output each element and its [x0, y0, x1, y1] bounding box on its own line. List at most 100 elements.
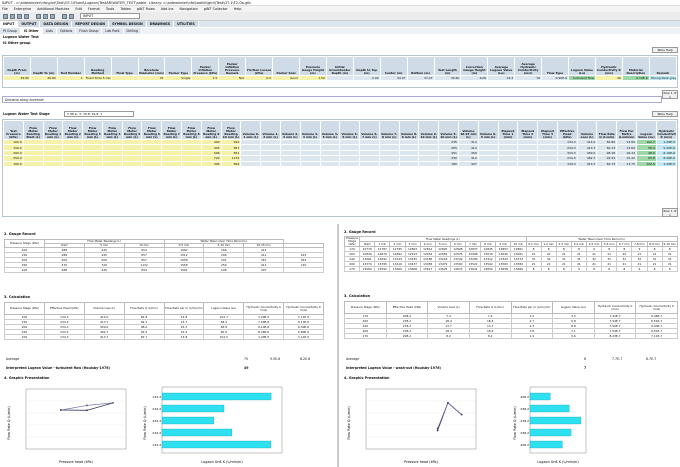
menu-item-3[interactable]: Edit [75, 7, 82, 11]
t1-header[interactable]: Average Hydraulic Conductivity (m/s) [514, 56, 543, 76]
t2-header[interactable]: Effective Head (kPa) [556, 120, 578, 140]
save-icon[interactable] [17, 14, 22, 19]
t2-empty-cell[interactable] [141, 214, 163, 216]
t2-header[interactable]: Volume Loss (L) [576, 120, 598, 140]
t2-header[interactable]: Volume 5-6 min (L) [339, 120, 361, 140]
t1-cell[interactable]: 49.80 [29, 74, 58, 82]
t1-header[interactable]: Packer Type [164, 56, 193, 76]
t2-empty-cell[interactable] [240, 214, 262, 216]
view-select[interactable]: INPUT [80, 13, 140, 19]
undo-icon[interactable] [62, 14, 67, 19]
t1-cell[interactable]: Strong Dark grey GRANITE slightly [648, 74, 677, 82]
open-icon[interactable] [10, 14, 15, 19]
t2-header[interactable]: Elapsed Time 1 (min) [497, 120, 519, 140]
t2-empty-cell[interactable] [200, 214, 222, 216]
copy-icon[interactable] [43, 14, 48, 19]
t2-empty-cell[interactable] [497, 214, 519, 216]
t1-header[interactable]: Initial Groundwater Depth (m) [325, 56, 354, 76]
t2-empty-cell[interactable] [22, 214, 44, 216]
t1-cell[interactable]: 1 [56, 74, 85, 82]
t1-cell[interactable]: 34.3 [487, 74, 516, 82]
sub-tab-0[interactable]: Pt Group [0, 28, 21, 34]
t2-header[interactable]: Volume 5-10 min (L) [438, 120, 459, 140]
t1-header[interactable]: Material Description [621, 56, 650, 76]
t1-cell[interactable]: 49 [594, 74, 623, 82]
t1-header[interactable]: Depth To (m) [29, 56, 58, 76]
t1-header[interactable]: Test Length (m) [433, 56, 462, 76]
table2-row-button[interactable]: Row 1 of 1 [662, 208, 678, 217]
t2-empty-cell[interactable] [596, 214, 618, 216]
t1-cell[interactable]: N/A [218, 74, 247, 82]
t2-header[interactable]: Volume 2-3 min (L) [279, 120, 301, 140]
t2-empty-cell[interactable] [260, 214, 281, 216]
t2-empty-cell[interactable] [319, 214, 341, 216]
table1-help-button[interactable]: Table Help [652, 47, 678, 53]
t1-cell[interactable]: 1.5 [191, 74, 220, 82]
t2-empty-cell[interactable] [299, 214, 321, 216]
t1-cell[interactable]: Single [164, 74, 193, 82]
t2-header[interactable]: Flow Per Metre (L/min/m) [616, 120, 637, 140]
t2-header[interactable]: Elapsed Time 2 (min) [517, 120, 539, 140]
t1-header[interactable]: Pressure Gauge Height (m) [298, 56, 327, 76]
t1-cell[interactable]: Good [272, 74, 300, 82]
t2-header[interactable]: Hydraulic Conductivity K (m/s) [655, 120, 677, 140]
t2-header[interactable]: Volume 8-9 min (L) [398, 120, 420, 140]
cut-icon[interactable] [36, 14, 41, 19]
t1-header[interactable]: Flow Type [541, 56, 570, 76]
t1-header[interactable]: Hydraulic Conductivity K (m/s) [594, 56, 623, 76]
t2-header[interactable]: Volume 0-5 min (L) [477, 120, 499, 140]
t2-header[interactable]: Flow Meter Reading 7 min (L) [161, 120, 183, 140]
menu-item-11[interactable]: Help [234, 7, 242, 11]
t2-header[interactable]: Volume 7-8 min (L) [378, 120, 400, 140]
new-icon[interactable] [3, 14, 8, 19]
sub-tab-2[interactable]: Lists [42, 28, 57, 34]
t1-header[interactable]: Packer Inflation Pressure Remark [218, 56, 247, 76]
t1-header[interactable]: Packer Inflation Pressure (kPa) [191, 56, 220, 76]
t2-empty-cell[interactable] [220, 214, 242, 216]
stage-selector[interactable]: V 88 sl. 3; 39.8; 49.8; 1 [64, 111, 134, 117]
t1-header[interactable]: Test Number [56, 56, 85, 76]
t2-empty-cell[interactable] [636, 214, 657, 216]
t1-cell[interactable]: 76 [137, 74, 166, 82]
t2-header[interactable]: Flow Meter Reading 5 min (L) [121, 120, 143, 140]
t2-header[interactable]: Flow Meter Reading 4 min (L) [101, 120, 123, 140]
t1-header[interactable]: Lugeon Value (Lu) [568, 56, 596, 76]
t1-header[interactable]: Packer Seal [272, 56, 300, 76]
t2-header[interactable]: Volume 6-7 min (L) [359, 120, 380, 140]
t2-header[interactable]: Flow Meter Reading 9 min (L) [200, 120, 222, 140]
menu-item-7[interactable]: gINT Rules [137, 7, 155, 11]
t2-empty-cell[interactable] [339, 214, 361, 216]
main-tab-5[interactable]: DRAWINGS [146, 21, 175, 27]
t1-header[interactable]: Bottom (m) [406, 56, 435, 76]
table2-help-button[interactable]: Table Help [652, 111, 678, 117]
paste-icon[interactable] [50, 14, 55, 19]
t1-cell[interactable]: 6.00 [460, 74, 489, 82]
t1-header[interactable]: Center (m) [379, 56, 408, 76]
t1-header[interactable]: Average Lugeon Value (Lu) [487, 56, 516, 76]
t2-header[interactable]: Flow Rate Q (L/min) [596, 120, 618, 140]
t2-empty-cell[interactable] [556, 214, 578, 216]
t2-empty-cell[interactable] [477, 214, 499, 216]
menu-item-1[interactable]: Enterprise [14, 7, 31, 11]
menu-item-2[interactable]: Additional Modules [37, 7, 69, 11]
t2-header[interactable]: Flow Meter Reading 3 min (L) [82, 120, 103, 140]
t2-header[interactable]: Volume 1-2 min (L) [260, 120, 281, 140]
t2-empty-cell[interactable] [457, 214, 479, 216]
t2-empty-cell[interactable] [537, 214, 558, 216]
menu-item-4[interactable]: Format [88, 7, 100, 11]
t2-header[interactable]: Volume 9-10 min (L) [418, 120, 440, 140]
t2-empty-cell[interactable] [398, 214, 420, 216]
t2-empty-cell[interactable] [418, 214, 440, 216]
t1-header[interactable]: Friction Losses (kPa) [245, 56, 274, 76]
redo-icon[interactable] [69, 14, 74, 19]
t1-cell[interactable]: turbulent flow [568, 74, 596, 82]
menu-item-9[interactable]: Navigation [179, 7, 197, 11]
main-tab-0[interactable]: INPUT [0, 21, 19, 27]
t1-cell[interactable]: 39.60 [433, 74, 462, 82]
t2-header[interactable]: Flow Meter Reading 6 min (L) [141, 120, 163, 140]
t1-header[interactable]: Depth to Top (m) [352, 56, 381, 76]
t1-cell[interactable]: Fixed Time 5 min [83, 74, 112, 82]
t2-header[interactable]: Volume 3-4 min (L) [299, 120, 321, 140]
menu-item-6[interactable]: Tables [120, 7, 131, 11]
menu-item-5[interactable]: Tools [106, 7, 114, 11]
